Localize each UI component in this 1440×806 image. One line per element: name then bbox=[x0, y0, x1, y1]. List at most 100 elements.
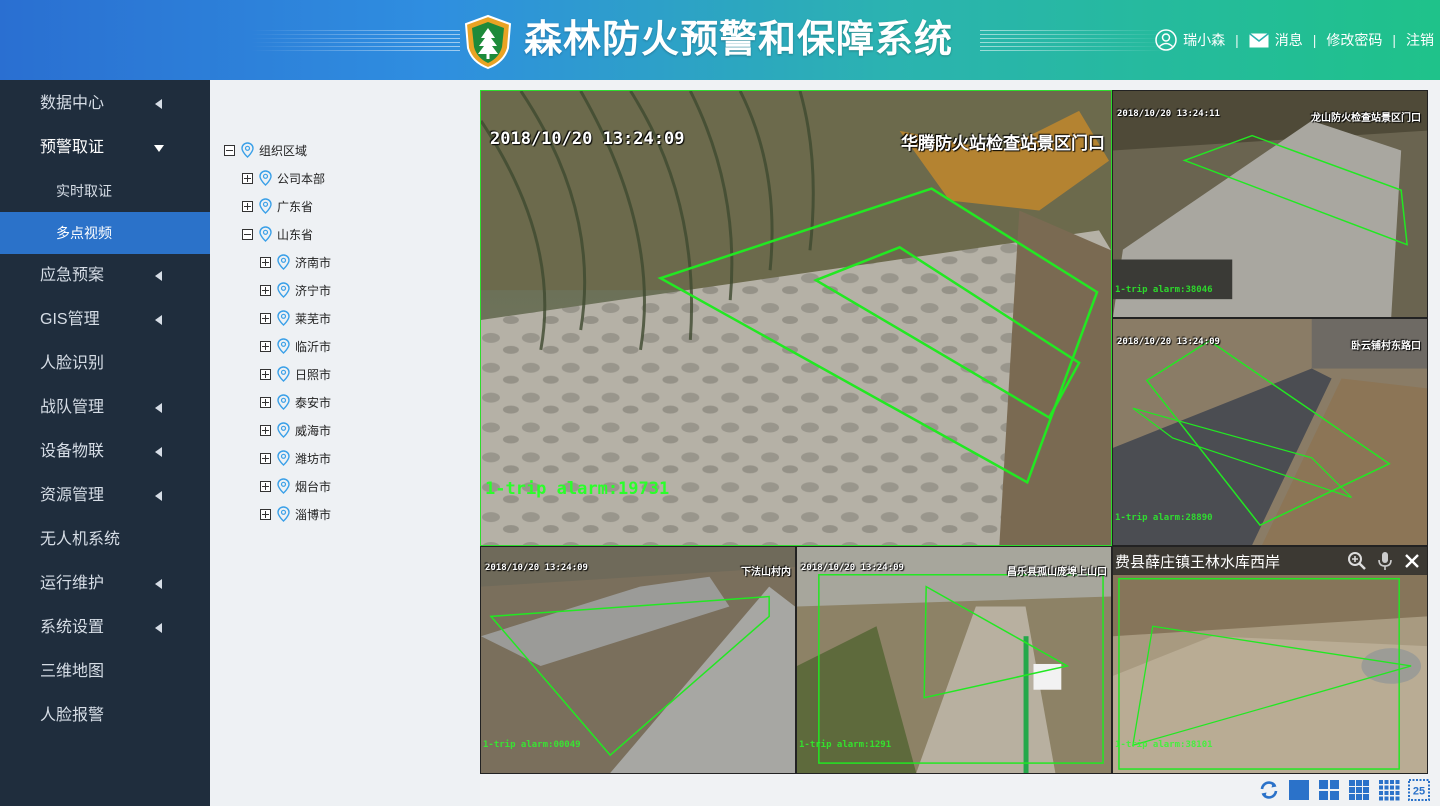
layout-9-icon[interactable] bbox=[1348, 779, 1370, 801]
osd-timestamp: 2018/10/20 13:24:11 bbox=[1117, 109, 1220, 119]
zoom-in-icon[interactable] bbox=[1347, 551, 1367, 571]
sidebar-item-emergency-plan[interactable]: 应急预案 bbox=[0, 254, 210, 298]
chevron-left-icon bbox=[155, 579, 162, 589]
tree-node-city[interactable]: 日照市 bbox=[260, 364, 331, 384]
tree-node-city[interactable]: 济宁市 bbox=[260, 280, 331, 300]
sidebar-item-alert-evidence[interactable]: 预警取证 bbox=[0, 126, 210, 170]
refresh-icon[interactable] bbox=[1258, 779, 1280, 801]
sidebar-item-face-alarm[interactable]: 人脸报警 bbox=[0, 694, 210, 738]
layout-switcher: 25 bbox=[1258, 778, 1430, 802]
messages-label: 消息 bbox=[1274, 32, 1303, 48]
sidebar-item-settings[interactable]: 系统设置 bbox=[0, 606, 210, 650]
sidebar-item-team[interactable]: 战队管理 bbox=[0, 386, 210, 430]
layout-25-icon[interactable]: 25 bbox=[1408, 779, 1430, 801]
layout-16-icon[interactable] bbox=[1378, 779, 1400, 801]
tree-node-city[interactable]: 威海市 bbox=[260, 420, 331, 440]
video-tile-3[interactable]: 2018/10/20 13:24:09 卧云铺村东路口 1-trip alarm… bbox=[1112, 318, 1428, 546]
chevron-left-icon bbox=[155, 491, 162, 501]
expand-icon[interactable] bbox=[260, 508, 271, 520]
logout-link[interactable]: 注销 bbox=[1406, 30, 1434, 50]
expand-icon[interactable] bbox=[242, 200, 253, 212]
collapse-icon[interactable] bbox=[242, 228, 253, 240]
tree-node-shandong[interactable]: 山东省 bbox=[242, 224, 313, 244]
expand-icon[interactable] bbox=[260, 452, 271, 464]
expand-icon[interactable] bbox=[260, 312, 271, 324]
sidebar-item-resources[interactable]: 资源管理 bbox=[0, 474, 210, 518]
microphone-icon[interactable] bbox=[1377, 551, 1393, 571]
video-tile-6[interactable]: 费县薛庄镇王林水库西岸 1-trip alarm:38101 bbox=[1112, 546, 1428, 774]
tree-node-company-hq[interactable]: 公司本部 bbox=[242, 168, 325, 188]
video-tile-5[interactable]: 2018/10/20 13:24:09 昌乐县孤山庞埠上山口 1-trip al… bbox=[796, 546, 1112, 774]
osd-timestamp: 2018/10/20 13:24:09 bbox=[1117, 337, 1220, 347]
tree-node-root[interactable]: 组织区域 bbox=[224, 140, 307, 160]
envelope-icon bbox=[1248, 32, 1269, 47]
close-icon[interactable] bbox=[1403, 552, 1421, 570]
expand-icon[interactable] bbox=[260, 368, 271, 380]
sidebar-item-label: 人脸识别 bbox=[40, 355, 105, 372]
video-tile-2[interactable]: 2018/10/20 13:24:11 龙山防火检查站景区门口 1-trip a… bbox=[1112, 90, 1428, 318]
osd-alarm-counter: 1-trip alarm:1291 bbox=[799, 740, 892, 750]
tree-node-label: 烟台市 bbox=[295, 479, 332, 494]
sidebar-item-drone[interactable]: 无人机系统 bbox=[0, 518, 210, 562]
sidebar-item-operations[interactable]: 运行维护 bbox=[0, 562, 210, 606]
tree-node-city[interactable]: 淄博市 bbox=[260, 504, 331, 524]
sidebar-item-data-center[interactable]: 数据中心 bbox=[0, 82, 210, 126]
org-tree-panel: 组织区域 公司本部 广东省 山东省 济南市济宁市莱芜市临沂市日照市泰安市威海市潍… bbox=[210, 80, 480, 806]
location-pin-icon bbox=[277, 338, 290, 354]
sidebar-item-3d-map[interactable]: 三维地图 bbox=[0, 650, 210, 694]
chevron-down-icon bbox=[154, 145, 164, 152]
tree-node-city[interactable]: 泰安市 bbox=[260, 392, 331, 412]
chevron-left-icon bbox=[155, 403, 162, 413]
collapse-icon[interactable] bbox=[224, 144, 235, 156]
chevron-left-icon bbox=[155, 315, 162, 325]
tree-node-label: 济南市 bbox=[295, 255, 332, 270]
messages-link[interactable]: 消息 bbox=[1248, 30, 1303, 50]
expand-icon[interactable] bbox=[260, 424, 271, 436]
user-icon bbox=[1155, 29, 1177, 51]
osd-alarm-counter: 1-trip alarm:28890 bbox=[1115, 513, 1213, 523]
location-pin-icon bbox=[277, 422, 290, 438]
sidebar-item-label: 运行维护 bbox=[40, 575, 105, 592]
expand-icon[interactable] bbox=[260, 256, 271, 268]
tree-node-label: 淄博市 bbox=[295, 507, 332, 522]
video-tile-main[interactable]: 2018/10/20 13:24:09 华腾防火站检查站景区门口 1-trip … bbox=[480, 90, 1112, 546]
sidebar-subitem-realtime-evidence[interactable]: 实时取证 bbox=[0, 170, 210, 212]
expand-icon[interactable] bbox=[260, 396, 271, 408]
user-profile[interactable]: 瑞小森 bbox=[1155, 29, 1225, 51]
tree-node-label: 泰安市 bbox=[295, 395, 332, 410]
tree-node-city[interactable]: 烟台市 bbox=[260, 476, 331, 496]
change-password-link[interactable]: 修改密码 bbox=[1326, 30, 1382, 50]
sidebar-item-iot[interactable]: 设备物联 bbox=[0, 430, 210, 474]
tree-node-city[interactable]: 潍坊市 bbox=[260, 448, 331, 468]
header-decoration-right bbox=[980, 30, 1170, 54]
sidebar-item-face-recognition[interactable]: 人脸识别 bbox=[0, 342, 210, 386]
location-pin-icon bbox=[277, 310, 290, 326]
separator: | bbox=[1235, 32, 1239, 48]
osd-alarm-counter: 1-trip alarm:00049 bbox=[483, 740, 581, 750]
tree-node-city[interactable]: 莱芜市 bbox=[260, 308, 331, 328]
expand-icon[interactable] bbox=[260, 340, 271, 352]
expand-icon[interactable] bbox=[260, 480, 271, 492]
osd-timestamp: 2018/10/20 13:24:09 bbox=[485, 563, 588, 573]
sidebar-item-label: 应急预案 bbox=[40, 267, 105, 284]
video-tile-6-toolbar: 费县薛庄镇王林水库西岸 bbox=[1113, 547, 1427, 575]
expand-icon[interactable] bbox=[260, 284, 271, 296]
layout-4-icon[interactable] bbox=[1318, 779, 1340, 801]
tree-node-city[interactable]: 临沂市 bbox=[260, 336, 331, 356]
sidebar-subitem-multi-video[interactable]: 多点视频 bbox=[0, 212, 210, 254]
tree-node-label: 山东省 bbox=[277, 227, 314, 242]
sidebar-item-label: 数据中心 bbox=[40, 95, 105, 112]
sidebar-item-label: GIS管理 bbox=[40, 311, 100, 328]
location-pin-icon bbox=[277, 254, 290, 270]
camera-title: 费县薛庄镇王林水库西岸 bbox=[1115, 553, 1281, 571]
tree-node-city[interactable]: 济南市 bbox=[260, 252, 331, 272]
expand-icon[interactable] bbox=[242, 172, 253, 184]
location-pin-icon bbox=[259, 170, 272, 186]
sidebar-item-label: 战队管理 bbox=[40, 399, 105, 416]
tree-node-label: 组织区域 bbox=[259, 143, 308, 158]
sidebar-item-gis[interactable]: GIS管理 bbox=[0, 298, 210, 342]
tree-node-label: 公司本部 bbox=[277, 171, 326, 186]
tree-node-guangdong[interactable]: 广东省 bbox=[242, 196, 313, 216]
layout-1-icon[interactable] bbox=[1288, 779, 1310, 801]
video-tile-4[interactable]: 2018/10/20 13:24:09 下法山村内 1-trip alarm:0… bbox=[480, 546, 796, 774]
